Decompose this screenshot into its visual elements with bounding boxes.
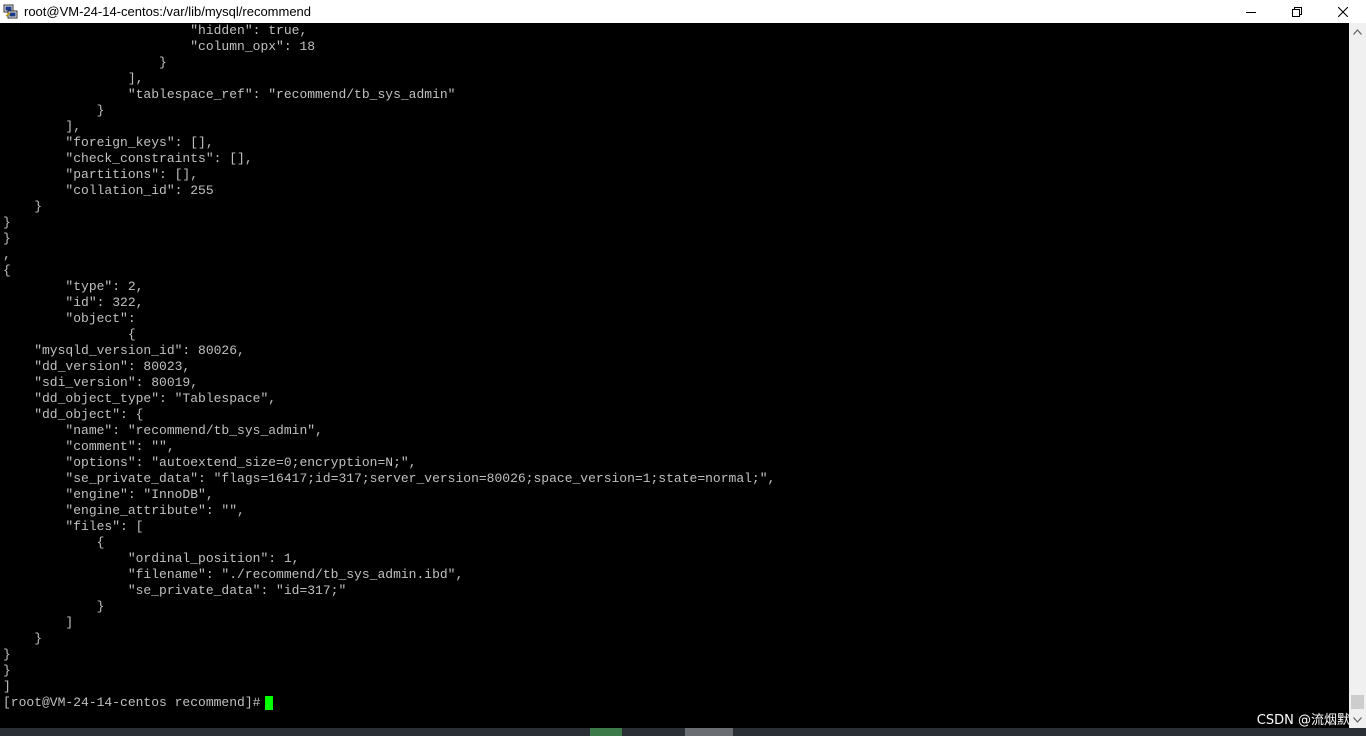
terminal-output[interactable]: "hidden": true, "column_opx": 18 } ], "t… (0, 23, 1349, 728)
terminal-line: , (3, 247, 11, 262)
vertical-scrollbar[interactable] (1349, 23, 1366, 728)
terminal-line: ] (3, 679, 11, 694)
putty-window: root@VM-24-14-centos:/var/lib/mysql/reco… (0, 0, 1366, 736)
terminal-line: "tablespace_ref": "recommend/tb_sys_admi… (3, 87, 456, 102)
terminal-line: "dd_version": 80023, (3, 359, 191, 374)
terminal-lines: "hidden": true, "column_opx": 18 } ], "t… (3, 23, 775, 711)
scroll-thumb[interactable] (1351, 695, 1364, 709)
terminal-line: "dd_object": { (3, 407, 144, 422)
terminal-line: } (3, 231, 11, 246)
terminal-line: ] (3, 615, 74, 630)
terminal-line: "mysqld_version_id": 80026, (3, 343, 245, 358)
terminal-line: } (3, 631, 43, 646)
terminal-line: { (3, 263, 11, 278)
minimize-button[interactable] (1228, 0, 1274, 23)
command-prompt-line[interactable]: [root@VM-24-14-centos recommend]# (3, 695, 775, 711)
terminal-line: { (3, 327, 136, 342)
terminal-line: } (3, 199, 43, 214)
terminal-line: "object": (3, 311, 136, 326)
terminal-line: "options": "autoextend_size=0;encryption… (3, 455, 417, 470)
close-icon (1338, 6, 1348, 17)
putty-icon[interactable] (3, 4, 19, 20)
scroll-down-arrow-icon[interactable] (1349, 711, 1366, 728)
terminal-line: { (3, 535, 105, 550)
csdn-watermark: CSDN @流烟默 (1256, 713, 1350, 728)
terminal-line: "id": 322, (3, 295, 144, 310)
close-button[interactable] (1320, 0, 1366, 23)
taskbar-app-item[interactable] (590, 728, 622, 736)
terminal-line: ], (3, 119, 82, 134)
terminal-line: } (3, 647, 11, 662)
terminal-line: "sdi_version": 80019, (3, 375, 199, 390)
terminal-line: "comment": "", (3, 439, 175, 454)
terminal-line: "ordinal_position": 1, (3, 551, 300, 566)
terminal-line: } (3, 599, 105, 614)
scroll-up-arrow-icon[interactable] (1349, 23, 1366, 40)
terminal-line: ], (3, 71, 144, 86)
terminal-line: "check_constraints": [], (3, 151, 253, 166)
window-title: root@VM-24-14-centos:/var/lib/mysql/reco… (24, 4, 312, 19)
terminal-line: "partitions": [], (3, 167, 199, 182)
restore-button[interactable] (1274, 0, 1320, 23)
terminal-line: "collation_id": 255 (3, 183, 214, 198)
terminal-line: } (3, 215, 11, 230)
terminal-line: "se_private_data": "id=317;" (3, 583, 347, 598)
taskbar-app-item[interactable] (685, 728, 733, 736)
title-bar[interactable]: root@VM-24-14-centos:/var/lib/mysql/reco… (0, 0, 1366, 23)
terminal-line: } (3, 55, 167, 70)
taskbar (0, 728, 1366, 736)
terminal-line: "hidden": true, (3, 23, 308, 38)
terminal-line: "engine": "InnoDB", (3, 487, 214, 502)
terminal-line: "engine_attribute": "", (3, 503, 245, 518)
terminal-line: } (3, 103, 105, 118)
terminal-line: "files": [ (3, 519, 144, 534)
minimize-icon (1246, 11, 1256, 13)
shell-prompt: [root@VM-24-14-centos recommend]# (3, 695, 261, 710)
terminal-line: "foreign_keys": [], (3, 135, 214, 150)
terminal-line: "dd_object_type": "Tablespace", (3, 391, 277, 406)
terminal-line: "name": "recommend/tb_sys_admin", (3, 423, 323, 438)
terminal-line: } (3, 663, 11, 678)
restore-icon (1292, 6, 1302, 17)
terminal-line: "se_private_data": "flags=16417;id=317;s… (3, 471, 776, 486)
terminal-line: "column_opx": 18 (3, 39, 316, 54)
text-cursor (265, 696, 274, 710)
terminal-line: "filename": "./recommend/tb_sys_admin.ib… (3, 567, 464, 582)
terminal-line: "type": 2, (3, 279, 144, 294)
